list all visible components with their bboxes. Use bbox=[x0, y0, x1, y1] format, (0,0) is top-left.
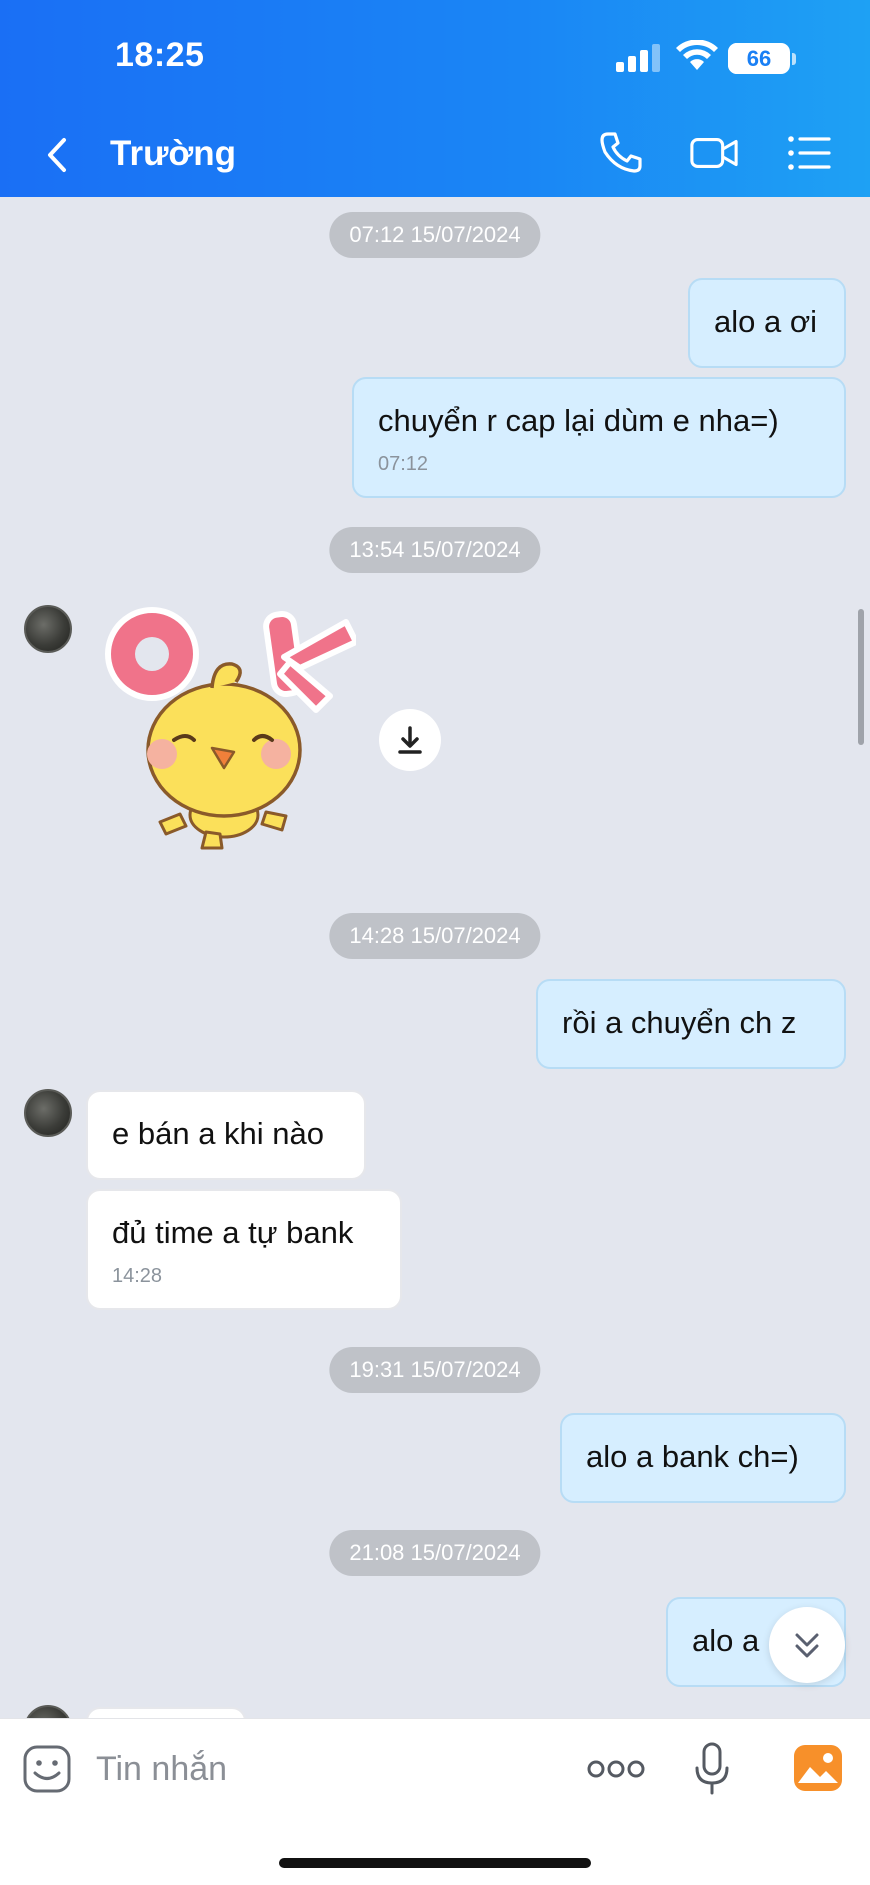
message-text: chuyển r cap lại dùm e nha=) bbox=[378, 403, 779, 438]
contact-avatar[interactable] bbox=[24, 1089, 72, 1137]
phone-call-icon[interactable] bbox=[596, 128, 646, 178]
message-text: alo a bank ch=) bbox=[586, 1439, 799, 1474]
status-time: 18:25 bbox=[115, 36, 205, 74]
contact-avatar[interactable] bbox=[24, 605, 72, 653]
outgoing-message[interactable]: rồi a chuyển ch z bbox=[536, 979, 846, 1069]
battery-cap bbox=[792, 53, 796, 65]
cellular-signal-icon bbox=[616, 44, 660, 72]
contact-name[interactable]: Trường bbox=[110, 134, 236, 174]
battery-percent: 66 bbox=[746, 46, 772, 71]
more-options-icon[interactable] bbox=[586, 1757, 646, 1781]
timestamp-separator: 13:54 15/07/2024 bbox=[329, 527, 541, 573]
photo-gallery-icon[interactable] bbox=[792, 1743, 844, 1793]
incoming-message[interactable]: đủ time a tự bank 14:28 bbox=[86, 1189, 402, 1310]
scroll-to-bottom-button[interactable] bbox=[769, 1607, 845, 1683]
message-text: rồi a chuyển ch z bbox=[562, 1005, 797, 1040]
timestamp-separator: 19:31 15/07/2024 bbox=[329, 1347, 541, 1393]
download-sticker-button[interactable] bbox=[379, 709, 441, 771]
message-text: đủ time a tự bank bbox=[112, 1215, 354, 1250]
ok-chick-sticker[interactable] bbox=[94, 602, 356, 852]
message-input-bar: Tin nhắn bbox=[0, 1718, 870, 1885]
outgoing-message[interactable]: alo a bank ch=) bbox=[560, 1413, 846, 1503]
chat-header: 18:25 66 Trường bbox=[0, 0, 870, 197]
message-list[interactable]: 07:12 15/07/2024 alo a ơi chuyển r cap l… bbox=[0, 197, 870, 1718]
emoji-sticker-icon[interactable] bbox=[22, 1744, 72, 1794]
message-time: 14:28 bbox=[112, 1265, 163, 1287]
microphone-icon[interactable] bbox=[692, 1741, 732, 1797]
message-text: alo a ơi bbox=[714, 304, 818, 339]
timestamp-separator: 21:08 15/07/2024 bbox=[329, 1530, 541, 1576]
outgoing-message[interactable]: chuyển r cap lại dùm e nha=) 07:12 bbox=[352, 377, 846, 498]
menu-list-icon[interactable] bbox=[785, 128, 835, 178]
outgoing-message[interactable]: alo a ơi bbox=[688, 278, 846, 368]
message-time: 07:12 bbox=[378, 453, 429, 475]
video-call-icon[interactable] bbox=[689, 128, 739, 178]
timestamp-separator: 14:28 15/07/2024 bbox=[329, 913, 541, 959]
home-indicator bbox=[279, 1858, 591, 1868]
timestamp-separator: 07:12 15/07/2024 bbox=[329, 212, 541, 258]
scroll-indicator[interactable] bbox=[858, 609, 864, 745]
double-chevron-down-icon bbox=[795, 1633, 819, 1658]
battery-indicator: 66 bbox=[728, 43, 790, 74]
incoming-message[interactable]: e bán a khi nào bbox=[86, 1090, 366, 1180]
message-text: e bán a khi nào bbox=[112, 1116, 325, 1151]
contact-avatar[interactable] bbox=[24, 1705, 72, 1718]
back-arrow-icon[interactable] bbox=[38, 130, 78, 180]
incoming-message[interactable] bbox=[86, 1707, 246, 1718]
download-icon bbox=[398, 726, 422, 754]
wifi-icon bbox=[676, 40, 718, 70]
message-input[interactable]: Tin nhắn bbox=[96, 1750, 227, 1789]
